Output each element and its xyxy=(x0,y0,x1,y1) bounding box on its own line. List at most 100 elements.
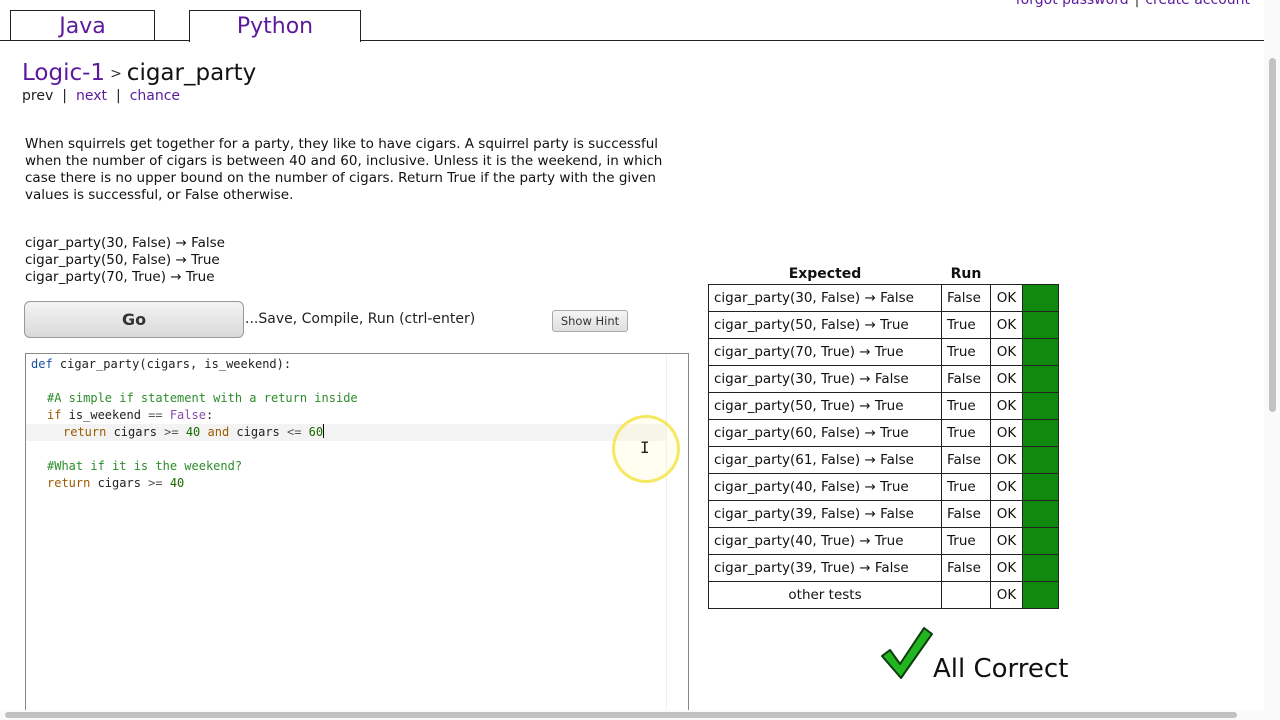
result-pass-indicator xyxy=(1022,337,1059,366)
result-pass-indicator xyxy=(1022,472,1059,501)
code-line: #A simple if statement with a return ins… xyxy=(47,391,358,405)
result-pass-indicator xyxy=(1022,418,1059,447)
vertical-scrollbar-thumb[interactable] xyxy=(1269,58,1276,412)
result-pass-indicator xyxy=(1022,526,1059,555)
result-row: cigar_party(30, True) → False False OK xyxy=(708,364,1059,393)
chance-link[interactable]: chance xyxy=(130,88,180,104)
toplinks-sep: | xyxy=(1134,0,1140,8)
result-run: True xyxy=(941,418,991,447)
result-expected: cigar_party(40, True) → True xyxy=(708,526,942,555)
result-ok: OK xyxy=(990,418,1023,447)
problem-description: When squirrels get together for a party,… xyxy=(25,136,663,203)
example-line: cigar_party(30, False) → False xyxy=(25,235,225,251)
result-other-label: other tests xyxy=(708,580,942,609)
result-row: cigar_party(60, False) → True True OK xyxy=(708,418,1059,447)
result-row: cigar_party(50, True) → True True OK xyxy=(708,391,1059,420)
result-run: True xyxy=(941,526,991,555)
breadcrumb-separator: > xyxy=(110,66,122,82)
result-expected: cigar_party(39, False) → False xyxy=(708,499,942,528)
code-line-active: return cigars >= 40 and cigars <= 60 xyxy=(26,424,666,441)
result-ok: OK xyxy=(990,310,1023,339)
result-ok: OK xyxy=(990,526,1023,555)
all-correct-text: All Correct xyxy=(933,654,1069,684)
result-expected: cigar_party(60, False) → True xyxy=(708,418,942,447)
tab-python[interactable]: Python xyxy=(189,10,361,42)
show-hint-button[interactable]: Show Hint xyxy=(552,310,628,332)
result-expected: cigar_party(61, False) → False xyxy=(708,445,942,474)
result-row: cigar_party(61, False) → False False OK xyxy=(708,445,1059,474)
result-run: False xyxy=(941,499,991,528)
result-pass-indicator xyxy=(1022,445,1059,474)
editor-margin-line xyxy=(666,354,667,719)
result-row: cigar_party(50, False) → True True OK xyxy=(708,310,1059,339)
result-expected: cigar_party(70, True) → True xyxy=(708,337,942,366)
results-table: Expected Run cigar_party(30, False) → Fa… xyxy=(708,265,1059,609)
result-ok: OK xyxy=(990,472,1023,501)
code-line: def cigar_party(cigars, is_weekend): xyxy=(31,357,292,371)
prev-link[interactable]: prev xyxy=(22,88,53,104)
result-ok: OK xyxy=(990,499,1023,528)
go-instructions: ...Save, Compile, Run (ctrl-enter) xyxy=(245,311,476,327)
result-pass-indicator xyxy=(1022,364,1059,393)
breadcrumb-logic-1[interactable]: Logic-1 xyxy=(22,60,105,86)
result-row: cigar_party(30, False) → False False OK xyxy=(708,283,1059,312)
code-line: #What if it is the weekend? xyxy=(47,459,243,473)
result-row: cigar_party(39, False) → False False OK xyxy=(708,499,1059,528)
result-expected: cigar_party(30, True) → False xyxy=(708,364,942,393)
problem-nav: prev | next | chance xyxy=(22,88,180,104)
result-run: False xyxy=(941,445,991,474)
code-line: if is_weekend == False: xyxy=(47,408,214,422)
result-ok: OK xyxy=(990,553,1023,582)
horizontal-scrollbar-thumb[interactable] xyxy=(5,712,1237,718)
result-run: False xyxy=(941,283,991,312)
result-pass-indicator xyxy=(1022,283,1059,312)
result-run: True xyxy=(941,337,991,366)
page-title: Logic-1 > cigar_party xyxy=(22,60,256,86)
result-expected: cigar_party(30, False) → False xyxy=(708,283,942,312)
result-ok: OK xyxy=(990,364,1023,393)
result-ok: OK xyxy=(990,580,1023,609)
text-caret xyxy=(323,424,325,438)
result-ok: OK xyxy=(990,337,1023,366)
result-run: True xyxy=(941,391,991,420)
result-pass-indicator xyxy=(1022,580,1059,609)
tab-python-label: Python xyxy=(236,14,314,39)
example-line: cigar_party(70, True) → True xyxy=(25,269,215,285)
forgot-password-link[interactable]: forgot password xyxy=(1016,0,1129,8)
code-editor[interactable]: def cigar_party(cigars, is_weekend): #A … xyxy=(25,353,689,720)
examples: cigar_party(30, False) → False cigar_par… xyxy=(25,235,225,286)
result-pass-indicator xyxy=(1022,310,1059,339)
go-button[interactable]: Go xyxy=(24,301,244,338)
create-account-link[interactable]: create account xyxy=(1145,0,1250,8)
result-ok: OK xyxy=(990,445,1023,474)
checkmark-icon xyxy=(881,627,933,679)
example-line: cigar_party(50, False) → True xyxy=(25,252,220,268)
result-pass-indicator xyxy=(1022,391,1059,420)
result-row: cigar_party(39, True) → False False OK xyxy=(708,553,1059,582)
tab-java[interactable]: Java xyxy=(10,10,155,41)
result-run: False xyxy=(941,553,991,582)
result-expected: cigar_party(40, False) → True xyxy=(708,472,942,501)
ibeam-cursor-icon: I xyxy=(640,438,650,457)
all-correct-status: All Correct xyxy=(880,626,1068,686)
nav-sep: | xyxy=(115,88,121,104)
account-links: forgot password | create account xyxy=(1016,0,1250,8)
result-expected: cigar_party(50, False) → True xyxy=(708,310,942,339)
result-expected: cigar_party(50, True) → True xyxy=(708,391,942,420)
result-pass-indicator xyxy=(1022,499,1059,528)
result-pass-indicator xyxy=(1022,553,1059,582)
tab-java-label: Java xyxy=(59,14,106,39)
code-line: return cigars >= 40 xyxy=(47,476,185,490)
problem-name: cigar_party xyxy=(126,60,257,86)
horizontal-scrollbar[interactable] xyxy=(0,710,1264,720)
vertical-scrollbar[interactable] xyxy=(1264,0,1280,720)
result-row-other: other tests OK xyxy=(708,580,1059,609)
result-row: cigar_party(70, True) → True True OK xyxy=(708,337,1059,366)
next-link[interactable]: next xyxy=(76,88,107,104)
result-row: cigar_party(40, True) → True True OK xyxy=(708,526,1059,555)
nav-sep: | xyxy=(62,88,67,104)
result-ok: OK xyxy=(990,283,1023,312)
result-ok: OK xyxy=(990,391,1023,420)
result-run: True xyxy=(941,472,991,501)
result-run: True xyxy=(941,310,991,339)
